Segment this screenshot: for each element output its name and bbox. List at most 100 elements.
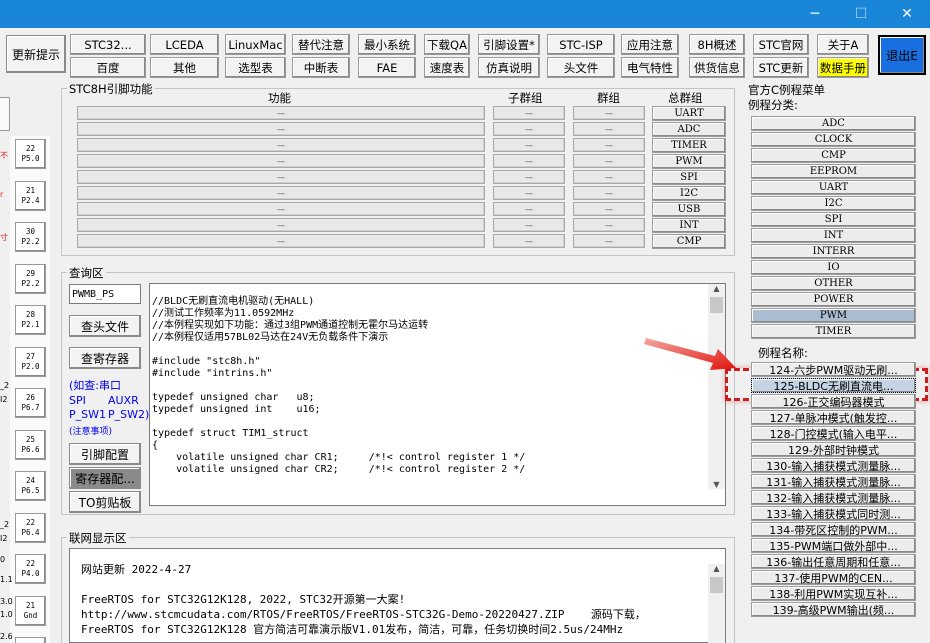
toolbar-button-8[interactable]: STC-ISP	[547, 34, 615, 55]
group-cell[interactable]: —	[573, 234, 645, 248]
news-scroll-thumb[interactable]	[710, 577, 723, 593]
total-group-button[interactable]: INT	[652, 218, 726, 233]
scroll-down-icon[interactable]: ▼	[708, 480, 725, 489]
example-item[interactable]: 135-PWM端口做外部中...	[751, 538, 916, 553]
example-item[interactable]: 137-使用PWM的CEN...	[751, 570, 916, 585]
lookup-register-button[interactable]: 查寄存器	[69, 347, 141, 369]
lookup-header-button[interactable]: 查头文件	[69, 315, 141, 337]
category-uart[interactable]: UART	[751, 180, 916, 195]
example-item[interactable]: 126-正交编码器模式	[751, 394, 916, 409]
refresh-button[interactable]: 更新提示	[6, 35, 66, 73]
total-group-button[interactable]: I2C	[652, 186, 726, 201]
subgroup-cell[interactable]: —	[493, 122, 565, 136]
toolbar-button-row2-11[interactable]: STC更新	[753, 57, 809, 78]
total-group-button[interactable]: PWM	[652, 154, 726, 169]
group-cell[interactable]: —	[573, 218, 645, 232]
example-item[interactable]: 132-输入捕获模式测量脉...	[751, 490, 916, 505]
category-interr[interactable]: INTERR	[751, 244, 916, 259]
auxr-link[interactable]: AUXR	[108, 394, 139, 407]
exit-button[interactable]: 退出E	[878, 35, 926, 75]
toolbar-button-row2-4[interactable]: 中断表	[292, 57, 350, 78]
example-item[interactable]: 136-输出任意周期和任意...	[751, 554, 916, 569]
example-item[interactable]: 127-单脉冲模式(触发控...	[751, 410, 916, 425]
total-group-button[interactable]: CMP	[652, 234, 726, 249]
example-item[interactable]: 129-外部时钟模式	[751, 442, 916, 457]
toolbar-button-row2-10[interactable]: 供货信息	[689, 57, 745, 78]
group-cell[interactable]: —	[573, 186, 645, 200]
news-view[interactable]: 网站更新 2022-4-27 FreeRTOS for STC32G12K128,…	[69, 548, 726, 643]
func-cell[interactable]: —	[77, 138, 485, 152]
subgroup-cell[interactable]: —	[493, 138, 565, 152]
toolbar-button-row2-7[interactable]: 仿真说明	[478, 57, 540, 78]
func-cell[interactable]: —	[77, 170, 485, 184]
toolbar-button-4[interactable]: 替代注意	[292, 34, 350, 55]
psw2-link[interactable]: P_SW2)	[108, 408, 149, 421]
news-scrollbar[interactable]: ▲	[708, 564, 725, 643]
close-button[interactable]: ✕	[884, 0, 930, 28]
group-cell[interactable]: —	[573, 106, 645, 120]
example-item[interactable]: 139-高级PWM输出(频...	[751, 602, 916, 617]
toolbar-button-5[interactable]: 最小系统	[358, 34, 416, 55]
toolbar-button-11[interactable]: STC官网	[753, 34, 809, 55]
category-pwm[interactable]: PWM	[751, 308, 916, 323]
category-power[interactable]: POWER	[751, 292, 916, 307]
subgroup-cell[interactable]: —	[493, 186, 565, 200]
example-item[interactable]: 128-门控模式(输入电平...	[751, 426, 916, 441]
func-cell[interactable]: —	[77, 202, 485, 216]
group-cell[interactable]: —	[573, 122, 645, 136]
category-adc[interactable]: ADC	[751, 116, 916, 131]
category-spi[interactable]: SPI	[751, 212, 916, 227]
subgroup-cell[interactable]: —	[493, 154, 565, 168]
func-cell[interactable]: —	[77, 154, 485, 168]
example-item[interactable]: 125-BLDC无刷直流电...	[751, 378, 916, 393]
category-timer[interactable]: TIMER	[751, 324, 916, 339]
func-cell[interactable]: —	[77, 234, 485, 248]
subgroup-cell[interactable]: —	[493, 106, 565, 120]
example-item[interactable]: 130-输入捕获模式测量脉...	[751, 458, 916, 473]
category-i2c[interactable]: I2C	[751, 196, 916, 211]
psw1-link[interactable]: P_SW1	[69, 408, 106, 421]
query-input[interactable]	[69, 284, 141, 304]
scroll-thumb[interactable]	[710, 297, 723, 313]
register-config-button[interactable]: 寄存器配...	[69, 467, 141, 489]
toolbar-button-10[interactable]: 8H概述	[689, 34, 745, 55]
toolbar-button-12[interactable]: 关于A	[817, 34, 869, 55]
pin-config-button[interactable]: 引脚配置	[69, 443, 141, 465]
toolbar-button-6[interactable]: 下载QA	[424, 34, 470, 55]
category-int[interactable]: INT	[751, 228, 916, 243]
to-clipboard-button[interactable]: TO剪贴板	[69, 491, 141, 513]
group-cell[interactable]: —	[573, 202, 645, 216]
toolbar-button-row2-2[interactable]: 其他	[150, 57, 219, 78]
toolbar-button-row2-3[interactable]: 选型表	[225, 57, 286, 78]
total-group-button[interactable]: ADC	[652, 122, 726, 137]
total-group-button[interactable]: UART	[652, 106, 726, 121]
subgroup-cell[interactable]: —	[493, 218, 565, 232]
code-scrollbar[interactable]: ▲ ▼	[708, 284, 725, 489]
toolbar-button-2[interactable]: LCEDA	[150, 34, 219, 55]
group-cell[interactable]: —	[573, 154, 645, 168]
category-other[interactable]: OTHER	[751, 276, 916, 291]
maximize-button[interactable]: ☐	[838, 0, 884, 28]
category-cmp[interactable]: CMP	[751, 148, 916, 163]
group-cell[interactable]: —	[573, 170, 645, 184]
example-item[interactable]: 131-输入捕获模式测量脉...	[751, 474, 916, 489]
total-group-button[interactable]: SPI	[652, 170, 726, 185]
toolbar-button-row2-12[interactable]: 数据手册	[817, 57, 869, 78]
example-item[interactable]: 124-六步PWM驱动无刷...	[751, 362, 916, 377]
toolbar-button-row2-6[interactable]: 速度表	[424, 57, 470, 78]
func-cell[interactable]: —	[77, 106, 485, 120]
category-eeprom[interactable]: EEPROM	[751, 164, 916, 179]
example-item[interactable]: 138-利用PWM实现互补...	[751, 586, 916, 601]
scroll-up-icon[interactable]: ▲	[708, 284, 725, 293]
code-view[interactable]: //BLDC无刷直流电机驱动(无HALL) //测试工作频率为11.0592MH…	[149, 283, 726, 506]
spi-link[interactable]: SPI	[69, 394, 86, 407]
toolbar-button-row2-8[interactable]: 头文件	[547, 57, 615, 78]
category-clock[interactable]: CLOCK	[751, 132, 916, 147]
subgroup-cell[interactable]: —	[493, 202, 565, 216]
group-cell[interactable]: —	[573, 138, 645, 152]
toolbar-button-row2-9[interactable]: 电气特性	[621, 57, 679, 78]
toolbar-button-1[interactable]: STC32...	[70, 34, 146, 55]
total-group-button[interactable]: TIMER	[652, 138, 726, 153]
func-cell[interactable]: —	[77, 186, 485, 200]
category-io[interactable]: IO	[751, 260, 916, 275]
